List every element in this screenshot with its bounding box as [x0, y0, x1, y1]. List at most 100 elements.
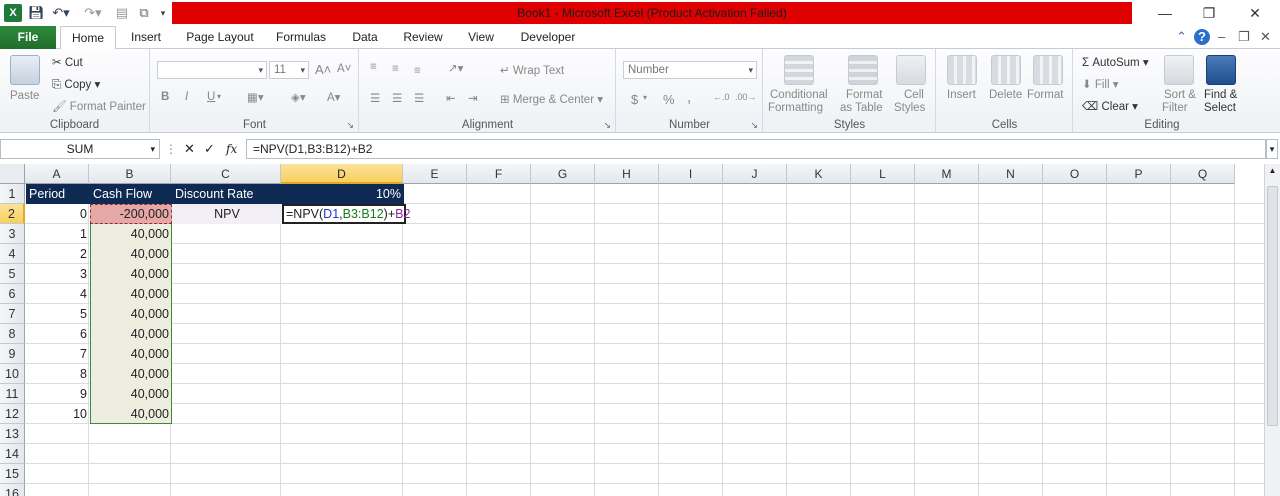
- help-icon[interactable]: ?: [1194, 29, 1210, 45]
- scroll-up-icon[interactable]: ▲: [1267, 166, 1278, 180]
- cell-B3[interactable]: 40,000: [90, 224, 172, 244]
- grow-font-icon[interactable]: A˄: [315, 62, 331, 77]
- cell-B6[interactable]: 40,000: [90, 284, 172, 304]
- conditional-formatting-icon[interactable]: [784, 55, 814, 85]
- row-header-6[interactable]: 6: [0, 284, 25, 304]
- comma-button[interactable]: ,: [687, 89, 691, 106]
- cell-A10[interactable]: 8: [26, 364, 90, 384]
- tab-review[interactable]: Review: [396, 26, 450, 49]
- underline-button[interactable]: U: [207, 91, 215, 103]
- cell-B4[interactable]: 40,000: [90, 244, 172, 264]
- column-header-d[interactable]: D: [281, 164, 403, 184]
- redo-icon[interactable]: ↷▾: [82, 4, 104, 22]
- currency-button[interactable]: $: [631, 92, 638, 107]
- cell-D2-editing[interactable]: =NPV(D1,B3:B12)+B2: [282, 204, 410, 224]
- merge-center-button[interactable]: ⊞ Merge & Center ▾: [500, 92, 603, 106]
- cell-B7[interactable]: 40,000: [90, 304, 172, 324]
- name-box[interactable]: SUM ▾: [0, 139, 160, 159]
- row-header-14[interactable]: 14: [0, 444, 25, 464]
- cell-B2[interactable]: -200,000: [90, 204, 172, 224]
- clear-button[interactable]: ⌫ Clear ▾: [1082, 99, 1138, 113]
- align-left-icon[interactable]: ☰: [370, 91, 380, 105]
- column-header-m[interactable]: M: [915, 164, 979, 184]
- formula-input[interactable]: =NPV(D1,B3:B12)+B2: [246, 139, 1266, 159]
- cut-button[interactable]: ✂ Cut: [52, 55, 83, 69]
- italic-button[interactable]: I: [185, 91, 188, 103]
- cell-B1[interactable]: Cash Flow: [90, 184, 172, 204]
- format-cells-button[interactable]: Format: [1027, 89, 1063, 101]
- restore-button[interactable]: ❐: [1194, 3, 1224, 23]
- cell-A1[interactable]: Period: [26, 184, 90, 204]
- column-header-a[interactable]: A: [25, 164, 89, 184]
- column-header-p[interactable]: P: [1107, 164, 1171, 184]
- column-header-j[interactable]: J: [723, 164, 787, 184]
- tab-developer[interactable]: Developer: [512, 26, 584, 49]
- vertical-scrollbar[interactable]: ▲: [1264, 164, 1280, 496]
- tab-formulas[interactable]: Formulas: [270, 26, 332, 49]
- find-select-button[interactable]: Find &: [1204, 89, 1237, 101]
- tab-home[interactable]: Home: [60, 26, 116, 50]
- cell-A9[interactable]: 7: [26, 344, 90, 364]
- minimize-button[interactable]: —: [1150, 3, 1180, 23]
- font-size-dropdown[interactable]: 11 ▾: [269, 61, 309, 79]
- borders-icon[interactable]: ▦▾: [247, 90, 264, 104]
- binoculars-icon[interactable]: [1206, 55, 1236, 85]
- sort-filter-button[interactable]: Sort &: [1164, 89, 1196, 101]
- save-icon[interactable]: 💾︎: [28, 4, 45, 22]
- tab-data[interactable]: Data: [344, 26, 386, 49]
- find-select-label[interactable]: Select: [1204, 102, 1236, 114]
- font-name-dropdown[interactable]: ▾: [157, 61, 267, 79]
- cell-A8[interactable]: 6: [26, 324, 90, 344]
- column-header-e[interactable]: E: [403, 164, 467, 184]
- restore-workbook-icon[interactable]: ❐: [1238, 29, 1250, 45]
- row-header-13[interactable]: 13: [0, 424, 25, 444]
- cancel-icon[interactable]: ✕: [184, 139, 195, 159]
- format-painter-button[interactable]: 🖌︎ Format Painter: [52, 99, 146, 113]
- dialog-launcher-icon[interactable]: ↘: [603, 120, 611, 131]
- cell-B5[interactable]: 40,000: [90, 264, 172, 284]
- cell-C1[interactable]: Discount Rate: [172, 184, 282, 204]
- align-center-icon[interactable]: ☰: [392, 91, 402, 105]
- number-format-dropdown[interactable]: Number ▾: [623, 61, 757, 79]
- cell-C2[interactable]: NPV: [172, 204, 282, 224]
- column-header-i[interactable]: I: [659, 164, 723, 184]
- cell-styles-label[interactable]: Styles: [894, 102, 925, 114]
- undo-icon[interactable]: ↶▾: [50, 4, 72, 22]
- bold-button[interactable]: B: [161, 91, 169, 103]
- row-header-8[interactable]: 8: [0, 324, 25, 344]
- customize-toolbar-icon[interactable]: ▾: [158, 4, 168, 22]
- minimize-workbook-icon[interactable]: –: [1218, 29, 1225, 45]
- format-as-table-button[interactable]: Format: [846, 89, 882, 101]
- cell-A2[interactable]: 0: [26, 204, 90, 224]
- cell-A3[interactable]: 1: [26, 224, 90, 244]
- sort-filter-icon[interactable]: [1164, 55, 1194, 85]
- cell-D1[interactable]: 10%: [282, 184, 404, 204]
- decrease-indent-icon[interactable]: ⇤: [446, 91, 456, 105]
- row-header-12[interactable]: 12: [0, 404, 25, 424]
- row-header-9[interactable]: 9: [0, 344, 25, 364]
- cell-A6[interactable]: 4: [26, 284, 90, 304]
- cell-A7[interactable]: 5: [26, 304, 90, 324]
- cell-A12[interactable]: 10: [26, 404, 90, 424]
- tab-page-layout[interactable]: Page Layout: [180, 26, 260, 49]
- cell-B8[interactable]: 40,000: [90, 324, 172, 344]
- column-header-l[interactable]: L: [851, 164, 915, 184]
- increase-decimal-icon[interactable]: ←.0: [713, 92, 730, 102]
- paste-button[interactable]: Paste: [10, 90, 39, 102]
- delete-cells-button[interactable]: Delete: [989, 89, 1022, 101]
- delete-cells-icon[interactable]: [991, 55, 1021, 85]
- conditional-formatting-button[interactable]: Conditional: [770, 89, 828, 101]
- format-cells-icon[interactable]: [1033, 55, 1063, 85]
- more-options-icon[interactable]: ⋮: [162, 139, 180, 159]
- column-header-b[interactable]: B: [89, 164, 171, 184]
- row-header-16[interactable]: 16: [0, 484, 25, 496]
- cell-B11[interactable]: 40,000: [90, 384, 172, 404]
- column-header-g[interactable]: G: [531, 164, 595, 184]
- row-header-15[interactable]: 15: [0, 464, 25, 484]
- close-workbook-icon[interactable]: ✕: [1260, 29, 1271, 45]
- wrap-text-button[interactable]: ↵ Wrap Text: [500, 63, 564, 77]
- format-as-table-icon[interactable]: [848, 55, 878, 85]
- expand-formula-bar-icon[interactable]: ▾: [1266, 139, 1278, 159]
- collapse-ribbon-icon[interactable]: ⌃: [1176, 29, 1187, 45]
- dialog-launcher-icon[interactable]: ↘: [750, 120, 758, 131]
